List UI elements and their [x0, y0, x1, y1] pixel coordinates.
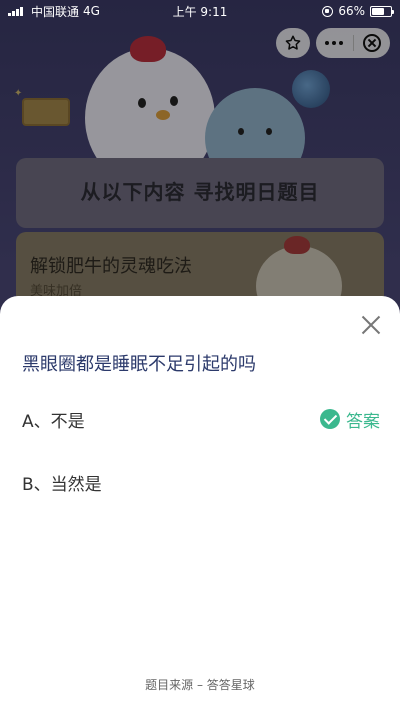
question-text: 黑眼圈都是睡眠不足引起的吗: [22, 354, 256, 375]
rotation-lock-icon: [322, 5, 334, 17]
option-b[interactable]: B、当然是: [22, 466, 380, 498]
status-bar: 中国联通 4G 上午 9:11 66%: [0, 0, 400, 22]
close-icon[interactable]: [360, 314, 382, 336]
battery-icon: [370, 5, 394, 17]
check-icon: [320, 409, 340, 429]
source-footer: 题目来源 – 答答星球: [145, 678, 255, 692]
clock: 上午 9:11: [172, 4, 228, 19]
option-label: A、不是: [22, 411, 85, 432]
battery-percent: 66%: [338, 4, 365, 18]
answer-indicator: 答案: [320, 407, 380, 432]
quiz-sheet: 黑眼圈都是睡眠不足引起的吗 A、不是 答案 B、当然是 题目来源 – 答答星球: [0, 296, 400, 711]
signal-icon: [8, 6, 23, 16]
option-label: B、当然是: [22, 474, 102, 495]
carrier-name: 中国联通: [31, 4, 80, 19]
network-type: 4G: [83, 4, 100, 18]
option-a[interactable]: A、不是 答案: [22, 403, 380, 435]
answer-label: 答案: [346, 411, 380, 432]
